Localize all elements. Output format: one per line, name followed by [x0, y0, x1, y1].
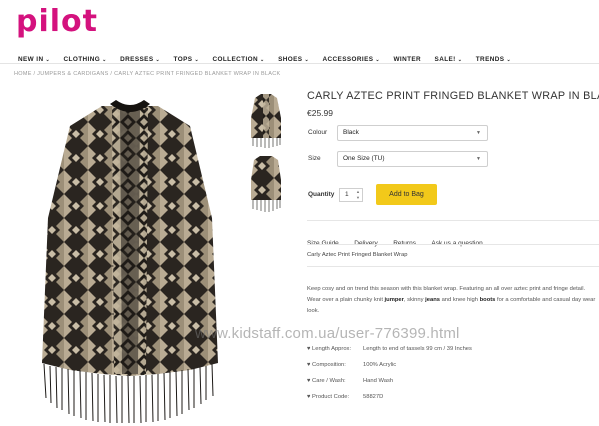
quantity-stepper[interactable]: 1 ▲ ▼ — [339, 188, 363, 202]
spec-care: ♥ Care / Wash: Hand Wash — [307, 378, 394, 384]
size-label: Size — [308, 155, 321, 162]
nav-item-clothing[interactable]: CLOTHING ⌄ — [64, 56, 107, 63]
breadcrumb[interactable]: HOME / JUMPERS & CARDIGANS / CARLY AZTEC… — [14, 71, 280, 77]
divider — [307, 266, 599, 267]
spec-product-code: ♥ Product Code: 58827D — [307, 394, 384, 400]
colour-label: Colour — [308, 129, 328, 136]
nav-item-dresses[interactable]: DRESSES ⌄ — [120, 56, 160, 63]
spec-length: ♥ Length Approx: Length to end of tassels… — [307, 346, 472, 352]
nav-item-tops[interactable]: TOPS ⌄ — [174, 56, 199, 63]
nav-item-collection[interactable]: COLLECTION ⌄ — [212, 56, 264, 63]
product-info-tabs: Size Guide Delivery Returns Ask us a que… — [307, 232, 494, 250]
product-description: Keep cosy and on trend this season with … — [307, 286, 596, 314]
dropdown-arrow-icon: ▼ — [476, 156, 481, 162]
nav-item-sale[interactable]: SALE! ⌄ — [435, 56, 463, 63]
nav-item-accessories[interactable]: ACCESSORIES ⌄ — [323, 56, 381, 63]
quantity-value: 1 — [345, 191, 349, 198]
nav-divider — [0, 63, 599, 64]
colour-select-value: Black — [343, 129, 359, 136]
nav-item-new-in[interactable]: NEW IN ⌄ — [18, 56, 50, 63]
link-jumper[interactable]: jumper — [385, 297, 404, 303]
site-logo[interactable]: pilot — [16, 4, 98, 39]
nav-item-winter[interactable]: WINTER — [393, 56, 421, 63]
product-price: €25.99 — [307, 108, 333, 118]
size-select[interactable]: One Size (TU) ▼ — [337, 151, 488, 167]
product-thumbnail-back[interactable] — [250, 154, 282, 212]
add-to-bag-button[interactable]: Add to Bag — [376, 184, 437, 205]
divider — [307, 244, 599, 245]
divider — [307, 220, 599, 221]
colour-select[interactable]: Black ▼ — [337, 125, 488, 141]
nav-item-shoes[interactable]: SHOES ⌄ — [278, 56, 309, 63]
quantity-label: Quantity — [308, 191, 335, 198]
product-thumbnail-front[interactable] — [250, 92, 282, 148]
size-select-value: One Size (TU) — [343, 155, 385, 162]
watermark: www.kidstaff.com.ua/user-776399.html — [195, 325, 460, 342]
main-nav: NEW IN ⌄ CLOTHING ⌄ DRESSES ⌄ TOPS ⌄ COLLECT… — [18, 48, 520, 63]
link-boots[interactable]: boots — [480, 297, 496, 303]
stepper-arrows-icon[interactable]: ▲ ▼ — [356, 189, 360, 201]
product-main-image[interactable] — [40, 98, 220, 423]
spec-composition: ♥ Composition: 100% Acrylic — [307, 362, 397, 368]
nav-item-trends[interactable]: TRENDS ⌄ — [476, 56, 511, 63]
link-jeans[interactable]: jeans — [425, 297, 440, 303]
product-title: CARLY AZTEC PRINT FRINGED BLANKET WRAP I… — [307, 90, 599, 102]
dropdown-arrow-icon: ▼ — [476, 130, 481, 136]
tab-content-heading: Carly Aztec Print Fringed Blanket Wrap — [307, 252, 408, 258]
